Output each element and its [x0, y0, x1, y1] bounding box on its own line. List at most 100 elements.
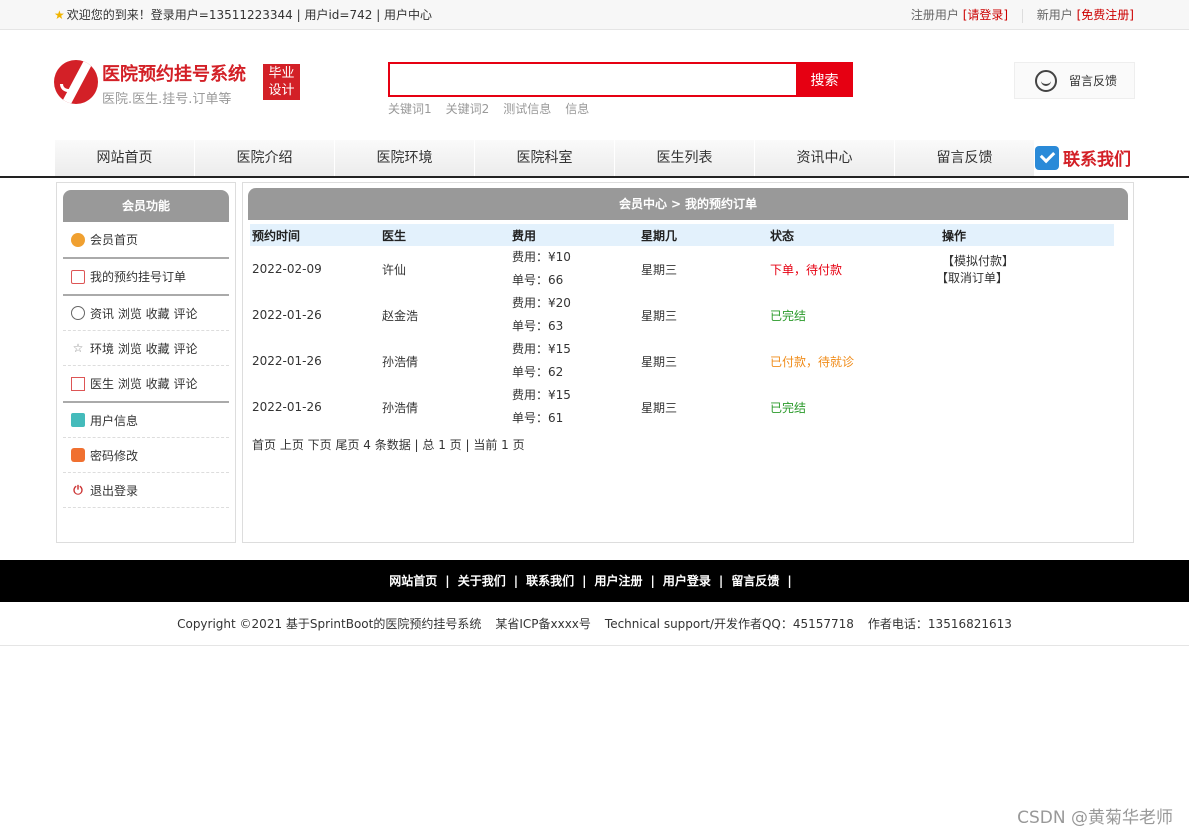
member-sidebar: 会员功能 会员首页 我的预约挂号订单 资讯 浏览 收藏 评论 ☆ 环境 浏览 收藏…: [56, 182, 236, 543]
footer-link[interactable]: 留言反馈: [731, 574, 779, 588]
sidebar-item-logout[interactable]: ⏻ 退出登录: [63, 473, 229, 508]
breadcrumb-current: 我的预约订单: [685, 197, 758, 211]
sidebar-title: 会员功能: [63, 190, 229, 222]
cell-fee: 费用：¥15 单号：61: [510, 384, 639, 430]
sidebar-item-label: 医生 浏览 收藏 评论: [90, 377, 198, 391]
clipboard-icon: [71, 413, 85, 427]
star-icon: ★: [54, 8, 65, 22]
site-logo[interactable]: 医院预约挂号系统 医院.医生.挂号.订单等 毕业 设计: [54, 58, 304, 108]
edit-icon: [71, 376, 85, 391]
order-number: 单号：61: [512, 411, 564, 425]
breadcrumb: 会员中心 > 我的预约订单: [248, 188, 1128, 220]
cell-doctor: 孙浩倩: [380, 338, 510, 384]
hotword[interactable]: 测试信息: [503, 102, 551, 116]
sidebar-item-user-info[interactable]: 用户信息: [63, 403, 229, 438]
sidebar-item-my-orders[interactable]: 我的预约挂号订单: [63, 259, 229, 296]
nav-item-environment[interactable]: 医院环境: [335, 140, 475, 176]
logo-badge: 毕业 设计: [263, 64, 300, 100]
sidebar-item-doctor-records[interactable]: 医生 浏览 收藏 评论: [63, 366, 229, 403]
cell-status: 已付款，待就诊: [768, 338, 940, 384]
nav-item-feedback[interactable]: 留言反馈: [895, 140, 1035, 176]
support-text: Technical support/开发作者QQ：45157718: [604, 617, 854, 631]
search-button[interactable]: 搜索: [796, 62, 853, 97]
sidebar-item-change-password[interactable]: 密码修改: [63, 438, 229, 473]
weekday: 星期三: [641, 354, 678, 369]
table-header-row: 预约时间 医生 费用 星期几 状态 操作: [250, 224, 1114, 246]
column-header: 预约时间: [250, 224, 380, 246]
search-area: 搜索 关键词1 关键词2 测试信息 信息: [388, 62, 853, 117]
cell-date: 2022-01-26: [250, 384, 380, 430]
cell-doctor: 孙浩倩: [380, 384, 510, 430]
logo-mark-icon: [54, 60, 98, 104]
welcome-text[interactable]: 欢迎您的到来！登录用户=13511223344 | 用户id=742 | 用户中…: [67, 8, 432, 22]
nav-item-home[interactable]: 网站首页: [55, 140, 195, 176]
doctor-name: 赵金浩: [382, 308, 419, 323]
pagination[interactable]: 首页 上页 下页 尾页 4 条数据 | 总 1 页 | 当前 1 页: [252, 436, 1133, 453]
order-icon: [71, 269, 85, 284]
nav-item-departments[interactable]: 医院科室: [475, 140, 615, 176]
hotword[interactable]: 关键词1: [388, 102, 432, 116]
nav-item-doctors[interactable]: 医生列表: [615, 140, 755, 176]
sidebar-item-environment-records[interactable]: ☆ 环境 浏览 收藏 评论: [63, 331, 229, 366]
status-badge: 下单，待付款: [770, 262, 843, 277]
column-header: 星期几: [639, 224, 768, 246]
header: 医院预约挂号系统 医院.医生.挂号.订单等 毕业 设计 搜索 关键词1 关键词2 测…: [0, 30, 1189, 140]
sidebar-item-label: 环境 浏览 收藏 评论: [90, 341, 198, 356]
phone-text: 作者电话：13516821613: [867, 617, 1012, 631]
table-row: 2022-01-26 孙浩倩 费用：¥15 单号：61 星期三 已完结: [250, 384, 1114, 430]
cell-fee: 费用：¥10 单号：66: [510, 246, 639, 292]
contact-us-label: 联系我们: [1063, 150, 1131, 170]
hotword[interactable]: 关键词2: [446, 102, 490, 116]
sidebar-item-news-records[interactable]: 资讯 浏览 收藏 评论: [63, 296, 229, 331]
orders-table: 预约时间 医生 费用 星期几 状态 操作 2022-02-09 许仙 费用：¥10 单…: [250, 224, 1114, 430]
nav-item-intro[interactable]: 医院介绍: [195, 140, 335, 176]
search-box: 搜索: [388, 62, 853, 97]
pay-button[interactable]: 【模拟付款】: [942, 254, 1014, 268]
history-icon: [71, 306, 85, 320]
orders-panel: 会员中心 > 我的预约订单 预约时间 医生 费用 星期几 状态 操作 2022-02…: [242, 182, 1134, 543]
welcome-area: ★ 欢迎您的到来！登录用户=13511223344 | 用户id=742 | 用户…: [54, 6, 432, 23]
column-header: 费用: [510, 224, 639, 246]
cell-status: 下单，待付款: [768, 246, 940, 292]
fee-text: 费用：¥15: [512, 342, 571, 356]
search-input[interactable]: [388, 62, 796, 97]
status-badge: 已付款，待就诊: [770, 354, 855, 369]
cell-actions: [940, 292, 1114, 338]
weekday: 星期三: [641, 262, 678, 277]
sidebar-item-label: 退出登录: [90, 483, 139, 498]
breadcrumb-root[interactable]: 会员中心: [619, 197, 667, 211]
sidebar-item-member-home[interactable]: 会员首页: [63, 222, 229, 259]
sidebar-list: 会员首页 我的预约挂号订单 资讯 浏览 收藏 评论 ☆ 环境 浏览 收藏 评论 医…: [63, 222, 229, 508]
cell-actions: [940, 338, 1114, 384]
table-row: 2022-01-26 孙浩倩 费用：¥15 单号：62 星期三 已付款，待就诊: [250, 338, 1114, 384]
divider: [1021, 8, 1023, 23]
nav-item-news[interactable]: 资讯中心: [755, 140, 895, 176]
doctor-name: 孙浩倩: [382, 400, 419, 415]
logo-title: 医院预约挂号系统: [102, 64, 246, 85]
cancel-order-button[interactable]: 【取消订单】: [942, 271, 1008, 285]
hotword[interactable]: 信息: [565, 102, 589, 116]
footer-link[interactable]: 网站首页: [389, 574, 437, 588]
order-number: 单号：63: [512, 319, 564, 333]
footer-link[interactable]: 用户注册: [595, 574, 643, 588]
cell-date: 2022-02-09: [250, 246, 380, 292]
login-link[interactable]: [请登录]: [963, 8, 1008, 22]
footer-link[interactable]: 关于我们: [458, 574, 506, 588]
breadcrumb-separator: >: [670, 197, 682, 211]
footer-link[interactable]: 用户登录: [663, 574, 711, 588]
home-icon: [71, 232, 85, 247]
column-header: 状态: [768, 224, 940, 246]
order-date: 2022-01-26: [252, 308, 322, 322]
contact-us-link[interactable]: 联系我们: [1035, 145, 1131, 170]
sidebar-item-label: 用户信息: [90, 413, 139, 428]
top-bar: ★ 欢迎您的到来！登录用户=13511223344 | 用户id=742 | 用户…: [0, 0, 1189, 30]
cell-weekday: 星期三: [639, 338, 768, 384]
weekday: 星期三: [641, 308, 678, 323]
footer-link[interactable]: 联系我们: [526, 574, 574, 588]
sidebar-item-label: 密码修改: [90, 448, 139, 463]
feedback-button[interactable]: 留言反馈: [1014, 62, 1135, 99]
star-icon: ☆: [72, 341, 84, 355]
power-icon: ⏻: [73, 482, 83, 497]
fee-text: 费用：¥15: [512, 388, 571, 402]
free-register-link[interactable]: [免费注册]: [1077, 8, 1134, 22]
